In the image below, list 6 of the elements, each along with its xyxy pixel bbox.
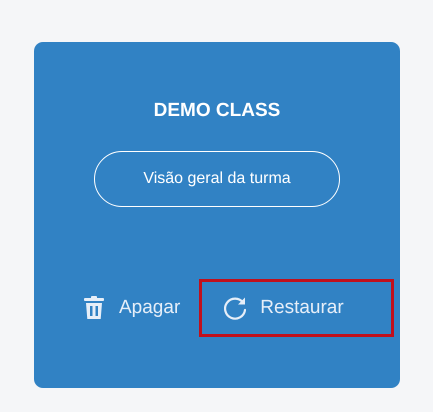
- delete-button[interactable]: Apagar: [70, 279, 194, 337]
- overview-button[interactable]: Visão geral da turma: [94, 151, 340, 207]
- class-title: DEMO CLASS: [154, 100, 280, 122]
- refresh-icon: [224, 296, 246, 320]
- restore-button[interactable]: Restaurar: [199, 279, 394, 337]
- trash-icon: [83, 296, 105, 320]
